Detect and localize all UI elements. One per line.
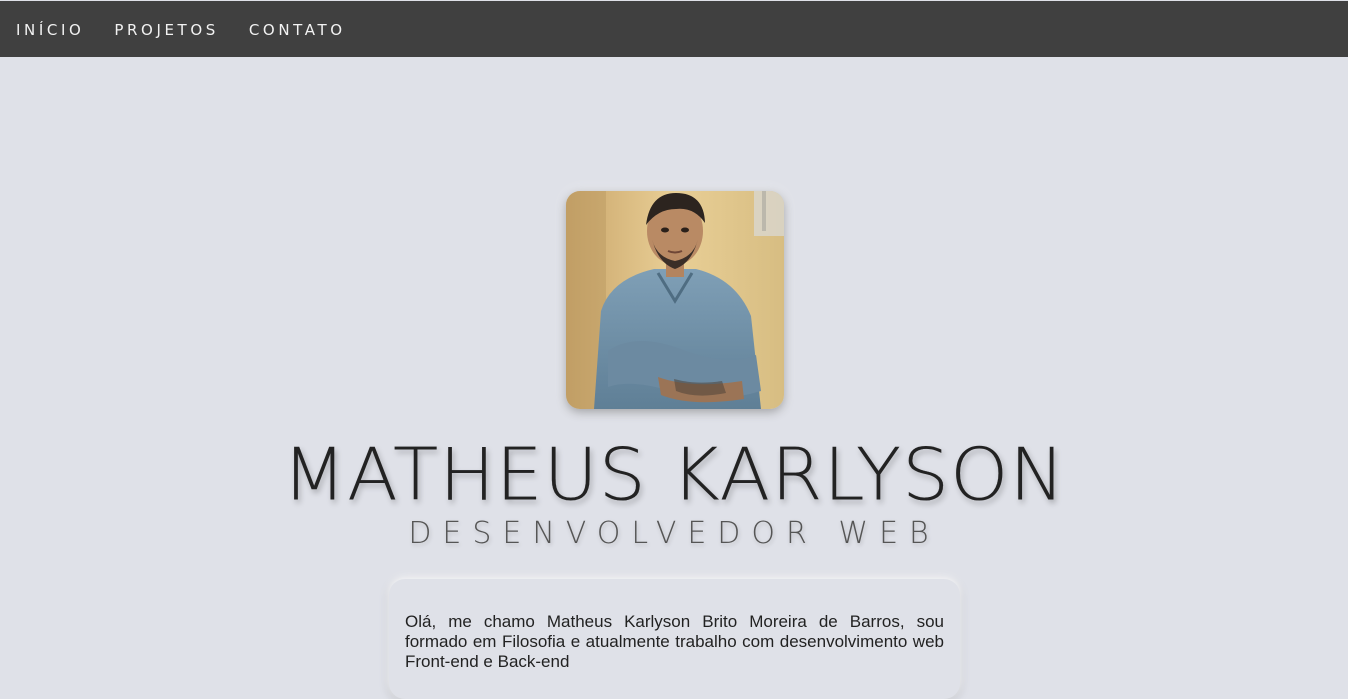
profile-role: DESENVOLVEDOR WEB (408, 516, 940, 551)
profile-photo (566, 191, 784, 409)
about-text: Olá, me chamo Matheus Karlyson Brito Mor… (405, 612, 944, 671)
nav-item-contato: CONTATO (249, 20, 376, 39)
profile-name: MATHEUS KARLYSON (282, 433, 1066, 517)
nav-link-projetos[interactable]: PROJETOS (114, 21, 218, 39)
top-navbar: INÍCIO PROJETOS CONTATO (0, 1, 1348, 57)
about-card: Olá, me chamo Matheus Karlyson Brito Mor… (389, 579, 960, 699)
nav-link-contato[interactable]: CONTATO (249, 21, 346, 39)
profile-photo-image (566, 191, 784, 409)
nav-link-inicio[interactable]: INÍCIO (16, 21, 84, 39)
nav-item-inicio: INÍCIO (16, 20, 114, 39)
nav-item-projetos: PROJETOS (114, 20, 248, 39)
nav-list: INÍCIO PROJETOS CONTATO (0, 1, 1348, 57)
